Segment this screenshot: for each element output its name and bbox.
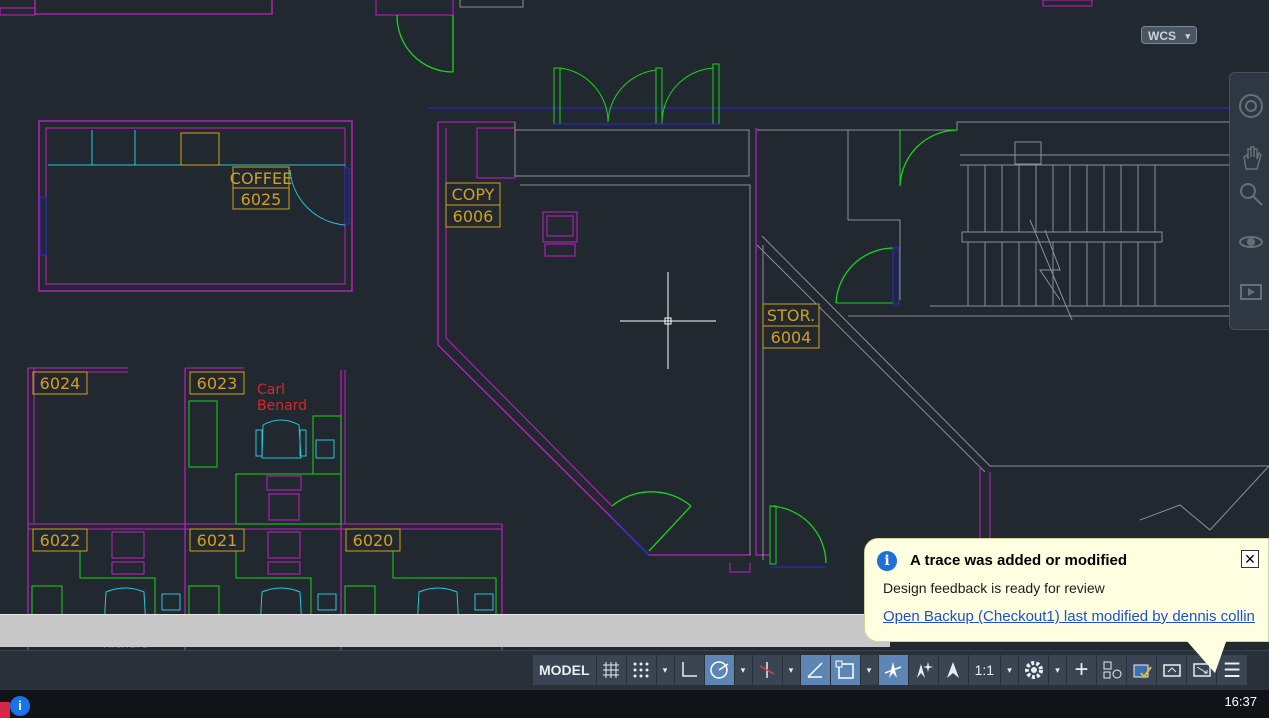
cubicle-tag: 6021 [189,528,245,552]
room-number: 6004 [771,328,812,347]
cubicle-tag: 6020 [345,528,401,552]
room-tag-storage: STOR. 6004 [762,303,820,349]
svg-text:6024: 6024 [40,374,81,393]
gear-icon[interactable] [1019,655,1050,685]
zoom-icon[interactable] [1238,181,1264,207]
isolate-objects-icon[interactable] [1097,655,1128,685]
room-tag-coffee: COFFEE 6025 [230,166,292,210]
grid-icon[interactable] [597,655,627,685]
trace-icon[interactable] [1127,655,1158,685]
info-icon[interactable]: i [10,696,30,716]
annotation-scale-button[interactable]: 1:1 [969,655,1002,685]
chevron-down-icon: ▾ [1185,31,1190,41]
cubicle-tag: 6023 [189,371,245,395]
isodraft-icon[interactable] [753,655,783,685]
ortho-icon[interactable] [675,655,705,685]
cubicle-tag: 6022 [32,528,88,552]
svg-text:6023: 6023 [197,374,238,393]
room-number: 6006 [453,207,494,226]
command-line[interactable] [0,614,890,647]
navigation-bar[interactable] [1229,72,1269,330]
door-group [553,63,720,125]
chevron-down-icon[interactable]: ▾ [735,655,753,685]
cubicle-tag: 6024 [32,371,88,395]
polar-tracking-icon[interactable] [704,655,735,685]
room-name: COPY [452,185,495,204]
hardware-acceleration-icon[interactable] [1157,655,1188,685]
model-space-button[interactable]: MODEL [533,655,597,685]
auto-scale-icon[interactable] [909,655,939,685]
showmotion-icon[interactable] [1238,279,1264,305]
occupant-last-name: Benard [257,398,307,414]
chevron-down-icon[interactable]: ▾ [1001,655,1020,685]
notification-balloon: i A trace was added or modified Design f… [864,538,1269,673]
taskbar-app-icon[interactable] [0,702,10,718]
notification-message: Design feedback is ready for review [883,580,1105,596]
wcs-label: WCS [1148,29,1176,43]
svg-text:6022: 6022 [40,531,81,550]
stair-area [755,121,1269,568]
svg-text:6021: 6021 [197,531,238,550]
steering-wheel-icon[interactable] [1238,93,1264,119]
info-icon: i [877,551,897,571]
chevron-down-icon[interactable]: ▾ [1049,655,1068,685]
chevron-down-icon[interactable]: ▾ [657,655,675,685]
open-backup-link[interactable]: Open Backup (Checkout1) last modified by… [883,608,1255,625]
room-tag-copy: COPY 6006 [445,182,501,228]
chevron-down-icon[interactable]: ▾ [783,655,801,685]
wcs-menu[interactable]: WCS ▾ [1141,26,1197,44]
object-snap-icon[interactable] [830,655,861,685]
crosshair-cursor [620,272,716,369]
close-icon[interactable]: ✕ [1241,550,1259,568]
orbit-icon[interactable] [1238,229,1264,255]
taskbar: 16:37 [0,690,1269,718]
room-name: STOR. [767,306,815,325]
room-name: COFFEE [230,169,292,188]
balloon-pointer [1185,639,1227,673]
coffee-room [38,120,353,292]
plus-icon[interactable]: + [1067,655,1098,685]
svg-text:6020: 6020 [353,531,394,550]
object-snap-tracking-icon[interactable] [800,655,831,685]
snap-mode-icon[interactable] [627,655,657,685]
annotation-scale-icon[interactable] [939,655,969,685]
annotation-visibility-icon[interactable] [878,655,909,685]
room-number: 6025 [241,190,282,209]
taskbar-clock[interactable]: 16:37 [1224,694,1257,709]
pan-icon[interactable] [1238,145,1264,171]
status-toolbar: MODEL ▾ ▾ ▾ ▾ 1:1 ▾ ▾ + ☰ [533,655,1248,685]
chevron-down-icon[interactable]: ▾ [861,655,879,685]
notification-title: A trace was added or modified [910,552,1127,569]
occupant-first-name: Carl [257,382,285,398]
